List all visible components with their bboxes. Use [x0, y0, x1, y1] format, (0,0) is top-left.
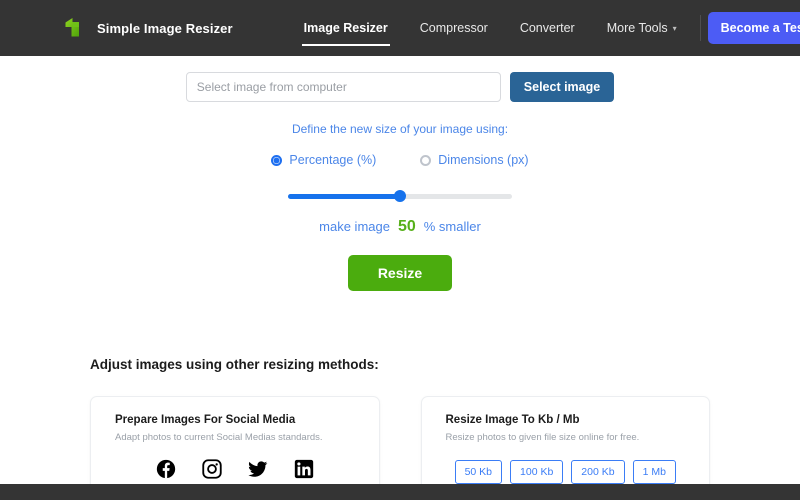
- green-resize-arrow-logo-icon: [62, 15, 88, 41]
- radio-dimensions-indicator-icon: [420, 154, 432, 166]
- card-resize-to-size[interactable]: Resize Image To Kb / Mb Resize photos to…: [420, 396, 710, 495]
- become-a-tester-button[interactable]: Become a Tester: [707, 12, 800, 44]
- card-social-media[interactable]: Prepare Images For Social Media Adapt ph…: [90, 396, 380, 495]
- brand-name-text: Simple Image Resizer: [97, 20, 233, 36]
- radio-option-percentage[interactable]: Percentage (%): [271, 153, 376, 167]
- file-select-row: Select image: [0, 72, 800, 102]
- size-mode-radio-group: Percentage (%) Dimensions (px): [0, 153, 800, 167]
- instagram-icon[interactable]: [202, 459, 222, 479]
- nav-link-image-resizer[interactable]: Image Resizer: [301, 17, 390, 46]
- top-navigation-bar: Simple Image Resizer Image Resizer Compr…: [0, 0, 800, 56]
- percent-prefix-label: make image: [319, 219, 390, 234]
- nav-links: Image Resizer Compressor Converter More …: [288, 12, 800, 46]
- size-preset-200kb-button[interactable]: 200 Kb: [571, 460, 625, 484]
- card-resize-to-size-title: Resize Image To Kb / Mb: [445, 414, 580, 426]
- card-social-media-title: Prepare Images For Social Media: [115, 414, 296, 426]
- radio-option-dimensions[interactable]: Dimensions (px): [420, 153, 529, 167]
- twitter-icon[interactable]: [248, 459, 268, 479]
- nav-link-compressor-label: Compressor: [419, 21, 488, 35]
- page-footer-bar: [0, 484, 800, 500]
- facebook-icon[interactable]: [156, 459, 176, 479]
- method-cards: Prepare Images For Social Media Adapt ph…: [90, 396, 710, 495]
- slider-fill: [288, 194, 400, 199]
- size-preset-1mb-button[interactable]: 1 Mb: [632, 460, 676, 484]
- percent-suffix-label: % smaller: [423, 219, 481, 234]
- resize-button[interactable]: Resize: [347, 255, 453, 291]
- card-resize-to-size-subtitle: Resize photos to given file size online …: [445, 432, 640, 443]
- select-image-button[interactable]: Select image: [509, 72, 615, 102]
- size-preset-100kb-button[interactable]: 100 Kb: [510, 460, 564, 484]
- radio-percentage-indicator-icon: [271, 154, 283, 166]
- define-size-label: Define the new size of your image using:: [291, 122, 509, 136]
- nav-link-converter[interactable]: Converter: [518, 17, 577, 39]
- chevron-down-icon: ▾: [672, 24, 677, 33]
- radio-dimensions-label: Dimensions (px): [438, 153, 529, 167]
- nav-link-compressor[interactable]: Compressor: [418, 17, 490, 39]
- size-preset-row: 50 Kb 100 Kb 200 Kb 1 Mb: [446, 460, 686, 484]
- radio-percentage-label: Percentage (%): [289, 153, 377, 167]
- page-root: Simple Image Resizer Image Resizer Compr…: [0, 0, 800, 500]
- other-methods-heading: Adjust images using other resizing metho…: [90, 357, 379, 372]
- percent-value-label: 50: [397, 218, 416, 235]
- nav-link-more-tools-label: More Tools: [606, 21, 668, 35]
- nav-link-more-tools[interactable]: More Tools ▾: [605, 17, 679, 39]
- brand-logo-link[interactable]: Simple Image Resizer: [62, 15, 233, 41]
- slider-thumb[interactable]: [394, 190, 406, 202]
- size-preset-50kb-button[interactable]: 50 Kb: [454, 460, 503, 484]
- social-icons-row: [115, 459, 355, 479]
- nav-link-converter-label: Converter: [519, 21, 575, 35]
- main-resizer-form: Select image Define the new size of your…: [0, 56, 800, 291]
- linkedin-icon[interactable]: [294, 459, 314, 479]
- nav-divider-left: [699, 15, 701, 41]
- percentage-slider[interactable]: [288, 190, 512, 202]
- percentage-readout: make image 50 % smaller: [0, 218, 800, 236]
- nav-link-image-resizer-label: Image Resizer: [303, 21, 388, 35]
- select-image-input[interactable]: [185, 72, 501, 102]
- card-social-media-subtitle: Adapt photos to current Social Medias st…: [115, 432, 323, 443]
- other-methods-section: Adjust images using other resizing metho…: [0, 357, 800, 495]
